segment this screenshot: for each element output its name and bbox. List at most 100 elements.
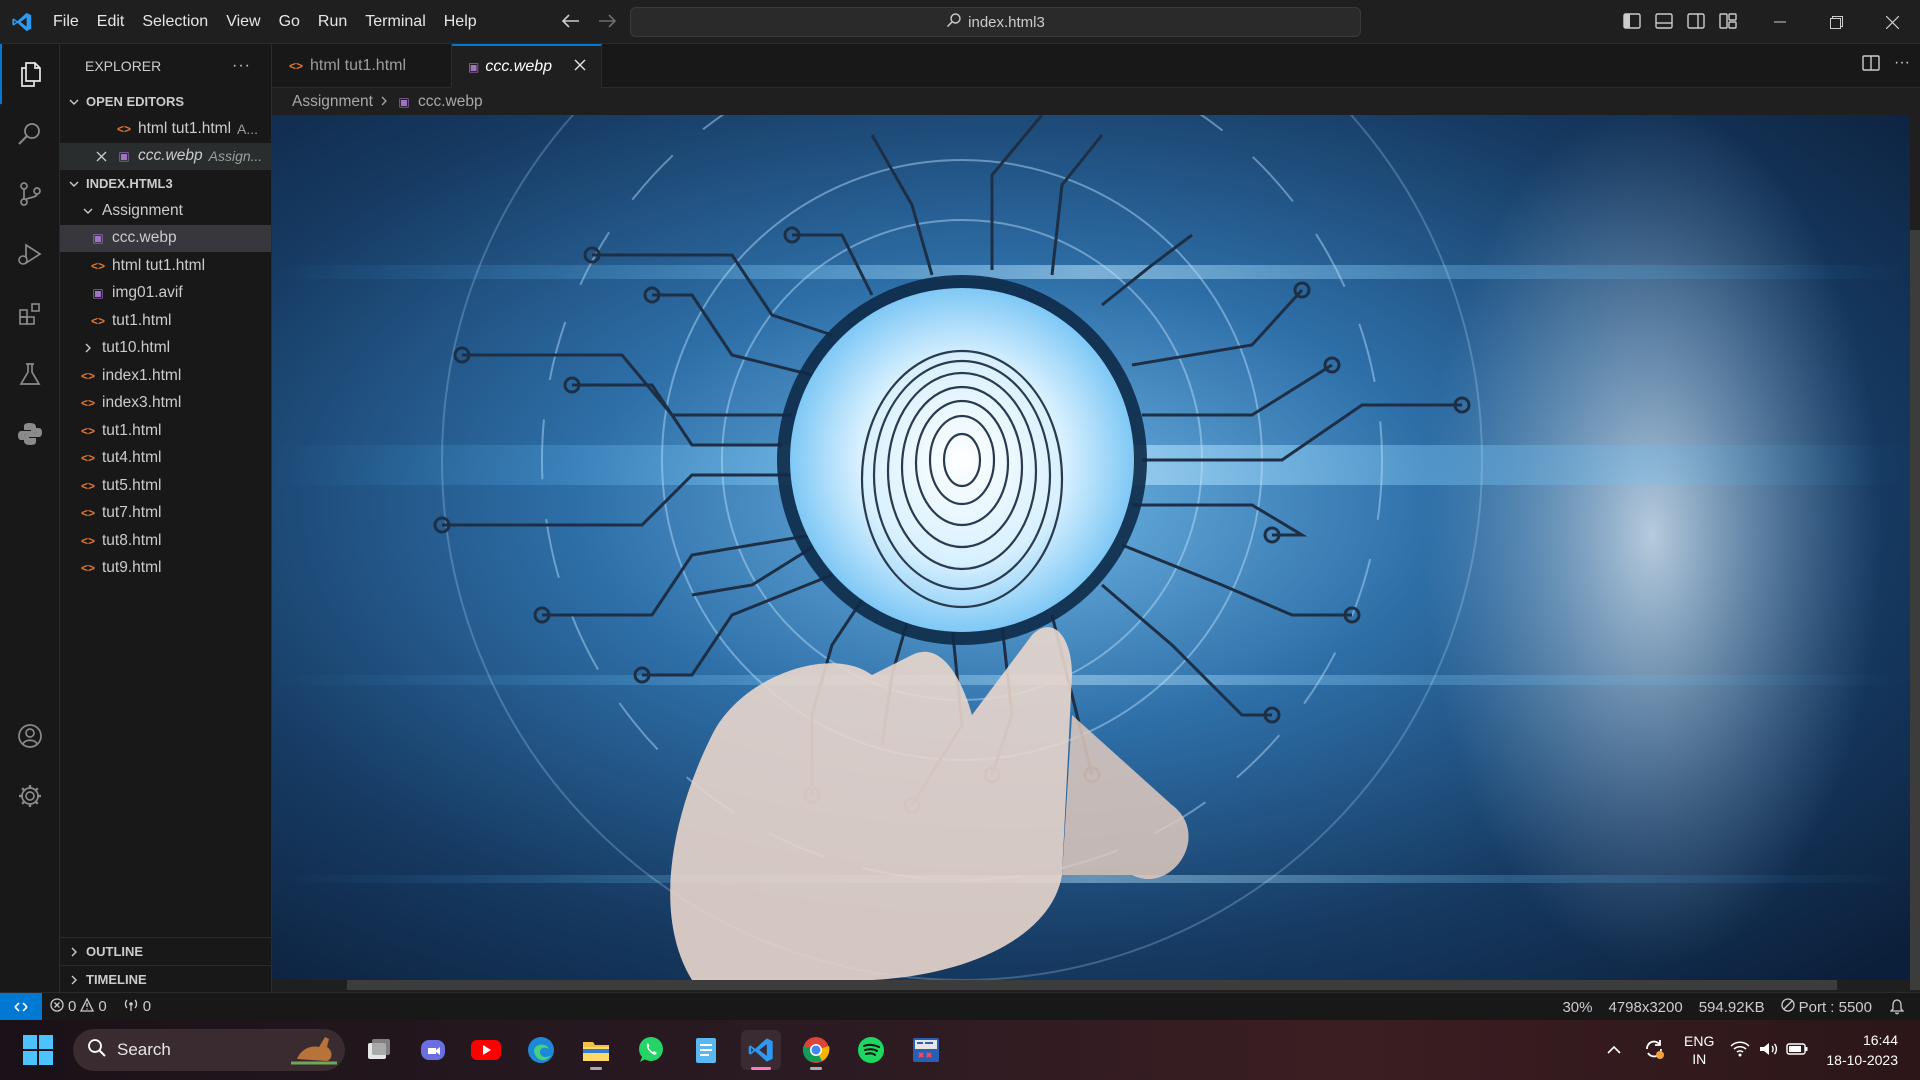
menu-edit[interactable]: Edit: [88, 7, 134, 37]
timeline-section[interactable]: TIMELINE: [60, 965, 272, 993]
layout-controls: [1620, 9, 1740, 33]
task-view-icon[interactable]: [358, 1030, 398, 1070]
wifi-icon[interactable]: [1730, 1040, 1750, 1060]
sync-icon[interactable]: [1642, 1037, 1666, 1064]
notifications-bell-icon[interactable]: [1880, 993, 1920, 1021]
file-item[interactable]: <> tut1.html: [60, 417, 271, 445]
explorer-icon[interactable]: [0, 44, 60, 104]
file-item[interactable]: ▣ img01.avif: [60, 280, 271, 308]
toggle-primary-sidebar-icon[interactable]: [1620, 9, 1644, 33]
clock-date: 18-10-2023: [1826, 1052, 1898, 1068]
tab-html-tut1[interactable]: <> html tut1.html: [272, 44, 452, 88]
menu-run[interactable]: Run: [309, 7, 356, 37]
edge-browser-icon[interactable]: [521, 1030, 561, 1070]
open-editors-section[interactable]: OPEN EDITORS: [60, 88, 271, 115]
command-center-search[interactable]: index.html3: [630, 7, 1361, 37]
html-file-icon: <>: [80, 451, 95, 466]
whatsapp-icon[interactable]: [631, 1030, 671, 1070]
more-actions-icon[interactable]: ···: [232, 57, 251, 75]
forward-arrow-icon[interactable]: [596, 8, 618, 34]
zoom-level[interactable]: 30%: [1554, 993, 1600, 1021]
breadcrumb-file[interactable]: ccc.webp: [418, 93, 483, 111]
ports-indicator[interactable]: 0: [115, 993, 159, 1021]
close-tab-icon[interactable]: [574, 58, 586, 76]
live-server-port[interactable]: Port : 5500: [1773, 993, 1880, 1021]
more-actions-icon[interactable]: ···: [1894, 54, 1910, 76]
tab-ccc-webp[interactable]: ▣ ccc.webp: [452, 44, 602, 88]
devcpp-icon[interactable]: [906, 1030, 946, 1070]
outline-section[interactable]: OUTLINE: [60, 937, 272, 965]
spotify-icon[interactable]: [851, 1030, 891, 1070]
extensions-icon[interactable]: [0, 284, 60, 344]
menu-help[interactable]: Help: [435, 7, 486, 37]
python-icon[interactable]: [0, 404, 60, 464]
menu-terminal[interactable]: Terminal: [356, 7, 434, 37]
horizontal-scrollbar[interactable]: [347, 980, 1837, 990]
html-file-icon: <>: [80, 506, 95, 521]
folder-assignment[interactable]: Assignment: [60, 197, 271, 225]
minimize-icon[interactable]: [1752, 0, 1808, 44]
search-view-icon[interactable]: [0, 104, 60, 164]
collapsed-item[interactable]: tut10.html: [60, 335, 271, 363]
testing-flask-icon[interactable]: [0, 344, 60, 404]
windows-start-icon[interactable]: [22, 1034, 54, 1066]
accounts-icon[interactable]: [0, 706, 60, 766]
customize-layout-icon[interactable]: [1716, 9, 1740, 33]
source-control-icon[interactable]: [0, 164, 60, 224]
problems-indicator[interactable]: 0 0: [42, 993, 115, 1021]
file-item[interactable]: <> tut9.html: [60, 555, 271, 583]
file-item[interactable]: <> tut8.html: [60, 527, 271, 555]
chevron-down-icon: [80, 207, 96, 215]
workspace-section[interactable]: INDEX.HTML3: [60, 170, 271, 197]
menu-bar: File Edit Selection View Go Run Terminal…: [44, 0, 486, 43]
run-debug-icon[interactable]: [0, 224, 60, 284]
language-indicator[interactable]: ENG IN: [1684, 1032, 1714, 1068]
chevron-right-icon: [66, 975, 82, 985]
manage-gear-icon[interactable]: [0, 766, 60, 826]
file-item[interactable]: <> tut1.html: [60, 307, 271, 335]
system-tray: ENG IN 16:44 18-10-2023: [1606, 1020, 1920, 1080]
open-editor-item[interactable]: <> html tut1.html A...: [60, 115, 271, 143]
close-window-icon[interactable]: [1864, 0, 1920, 44]
toggle-panel-icon[interactable]: [1652, 9, 1676, 33]
file-item-selected[interactable]: ▣ ccc.webp: [60, 224, 271, 252]
window-controls: [1752, 0, 1920, 44]
show-hidden-icons-chevron-icon[interactable]: [1606, 1042, 1622, 1058]
notepad-icon[interactable]: [686, 1030, 726, 1070]
image-file-icon: ▣: [92, 286, 104, 301]
chevron-right-icon: [80, 343, 96, 353]
vscode-taskbar-icon[interactable]: [741, 1030, 781, 1070]
close-editor-icon[interactable]: [92, 151, 110, 162]
open-editor-name: ccc.webp: [138, 147, 203, 165]
file-item[interactable]: <> index3.html: [60, 390, 271, 418]
teams-chat-icon[interactable]: [413, 1030, 453, 1070]
toggle-secondary-sidebar-icon[interactable]: [1684, 9, 1708, 33]
battery-icon[interactable]: [1786, 1042, 1808, 1059]
youtube-icon[interactable]: [466, 1030, 506, 1070]
explorer-sidebar: EXPLORER ··· OPEN EDITORS <> html tut1.h…: [60, 44, 272, 992]
remote-indicator-icon[interactable]: [0, 992, 42, 1021]
breadcrumb-folder[interactable]: Assignment: [292, 93, 373, 111]
menu-file[interactable]: File: [44, 7, 88, 37]
ports-count: 0: [142, 998, 152, 1015]
file-item[interactable]: <> tut7.html: [60, 500, 271, 528]
file-item[interactable]: <> index1.html: [60, 362, 271, 390]
menu-go[interactable]: Go: [270, 7, 309, 37]
open-editor-item-active[interactable]: ▣ ccc.webp Assign...: [60, 142, 271, 170]
file-explorer-icon[interactable]: [576, 1030, 616, 1070]
taskbar-search[interactable]: Search: [73, 1029, 345, 1071]
file-name: tut1.html: [102, 421, 162, 439]
file-item[interactable]: <> tut5.html: [60, 472, 271, 500]
vertical-scrollbar[interactable]: [1910, 230, 1920, 990]
menu-view[interactable]: View: [217, 7, 269, 37]
restore-icon[interactable]: [1808, 0, 1864, 44]
volume-icon[interactable]: [1758, 1041, 1778, 1060]
chrome-icon[interactable]: [796, 1030, 836, 1070]
back-arrow-icon[interactable]: [560, 8, 582, 34]
file-item[interactable]: <> tut4.html: [60, 445, 271, 473]
menu-selection[interactable]: Selection: [133, 7, 217, 37]
status-right-group: 30% 4798x3200 594.92KB Port : 5500: [1554, 993, 1920, 1021]
taskbar-clock[interactable]: 16:44 18-10-2023: [1826, 1030, 1898, 1070]
file-item[interactable]: <> html tut1.html: [60, 252, 271, 280]
split-editor-icon[interactable]: [1862, 54, 1880, 76]
